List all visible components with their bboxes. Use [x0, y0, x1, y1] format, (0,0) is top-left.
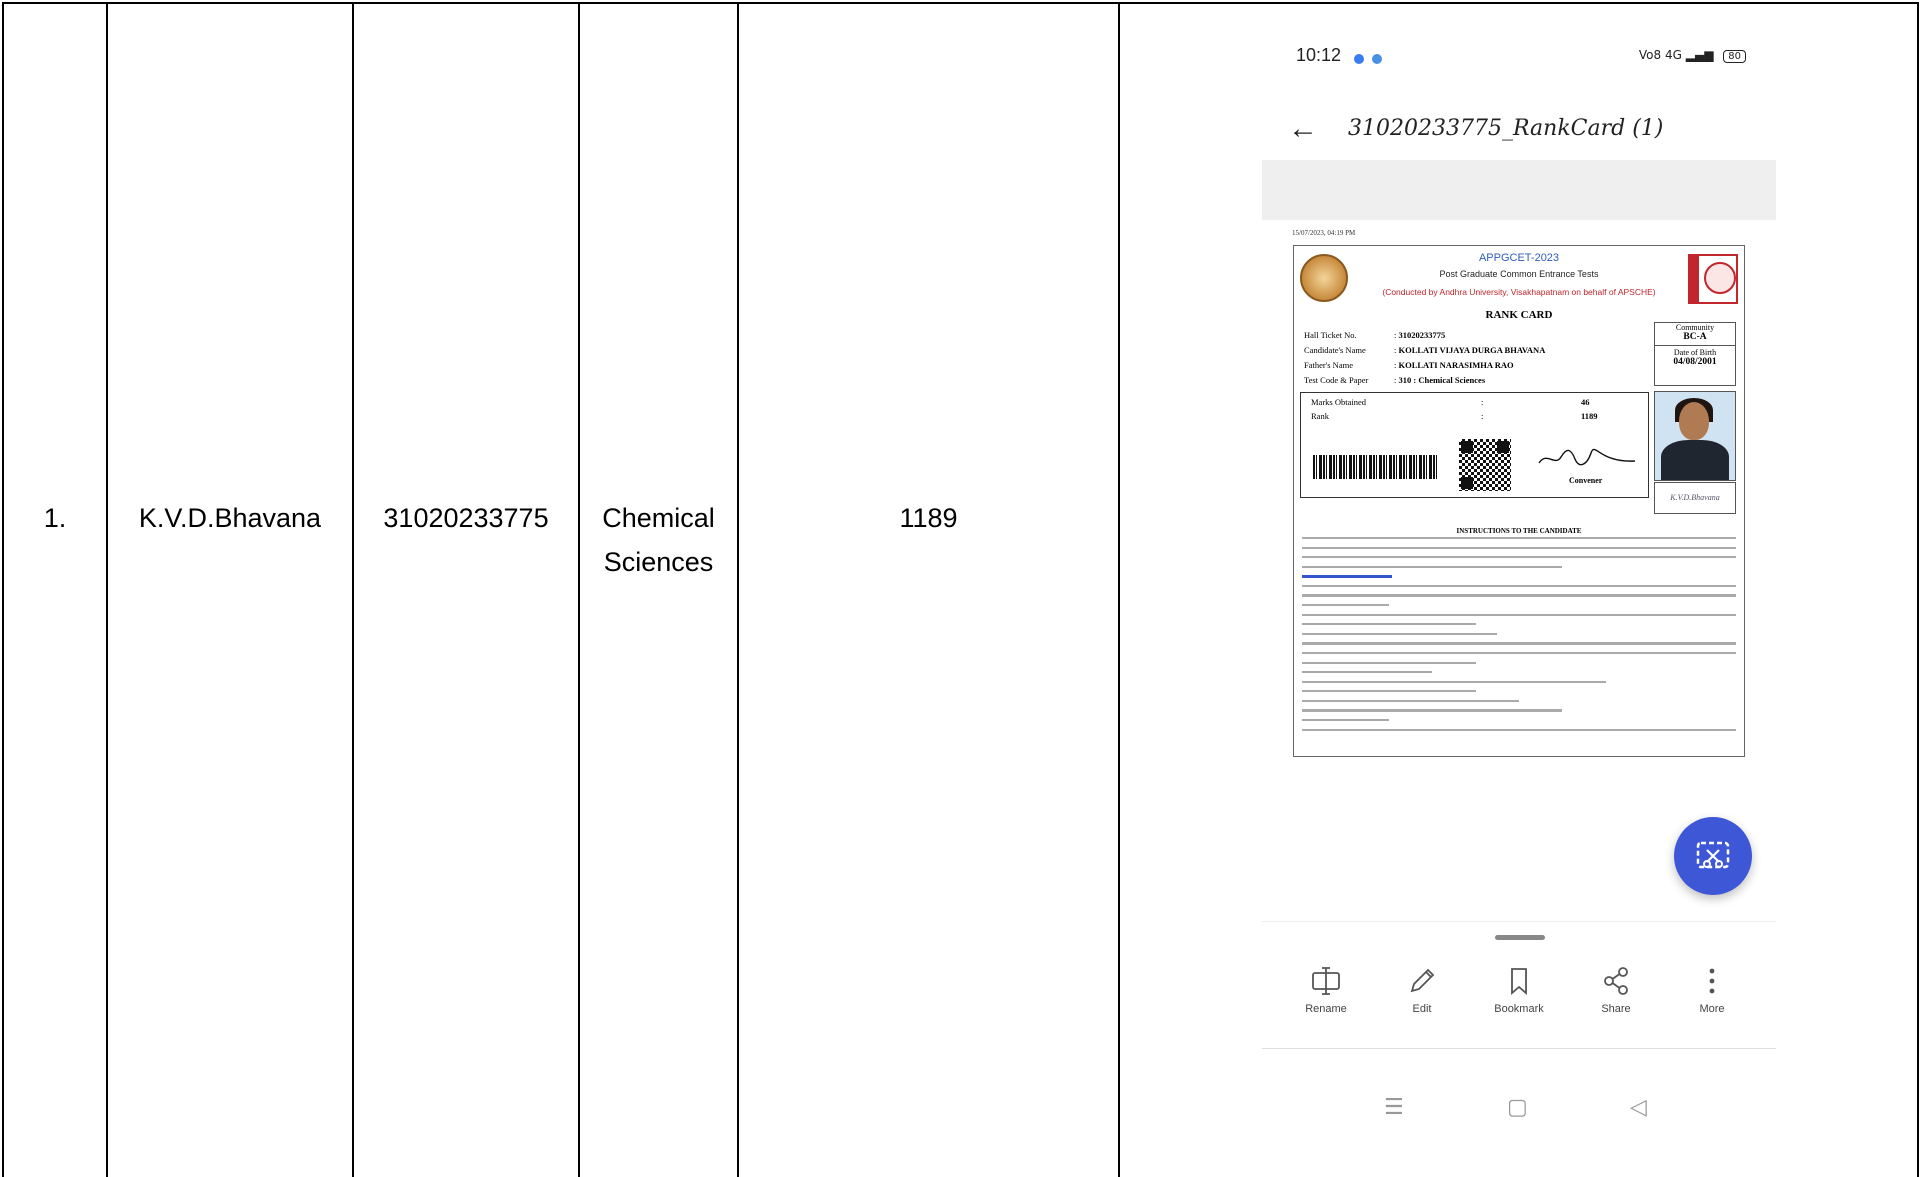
edit-button[interactable]: Edit: [1382, 965, 1462, 1015]
rename-label: Rename: [1305, 1003, 1347, 1015]
qr-code-icon: [1459, 439, 1511, 491]
signal-icon: ▂▄▆: [1685, 48, 1714, 62]
more-label: More: [1699, 1003, 1725, 1015]
candidate-signature: K.V.D.Bhavana: [1654, 482, 1736, 514]
candidate-details: Hall Ticket No.: 31020233775 Candidate's…: [1304, 328, 1545, 388]
action-bar: Rename Edit Bookmark Share More: [1262, 965, 1776, 1035]
network-label: Vo8 4G: [1638, 48, 1682, 62]
marks-label: Marks Obtained: [1311, 397, 1367, 407]
system-nav-bar: ☰ ▢ ◁: [1262, 1095, 1776, 1125]
back-nav-icon[interactable]: ◁: [1630, 1095, 1647, 1119]
community-label: Community: [1675, 323, 1715, 332]
hall-ticket-cell: 31020233775: [383, 503, 549, 533]
toolbar-strip: [1262, 160, 1776, 220]
subject-cell: Chemical Sciences: [580, 496, 737, 584]
more-vertical-icon: [1709, 968, 1715, 994]
bookmark-label: Bookmark: [1494, 1003, 1544, 1015]
phone-screenshot: 10:12 Vo8 4G ▂▄▆ 80 ← 31020233775_RankCa…: [1262, 15, 1776, 1140]
home-nav-icon[interactable]: ▢: [1507, 1095, 1528, 1119]
col-border: [578, 3, 580, 1177]
menu-nav-icon[interactable]: ☰: [1384, 1095, 1404, 1119]
serial-number-cell: 1.: [43, 503, 67, 533]
rank-value: 1189: [1581, 411, 1598, 421]
convener-label: Convener: [1569, 476, 1603, 485]
community-value: BC-A: [1683, 332, 1707, 342]
share-icon: [1604, 967, 1628, 995]
rank-card-subheader: Post Graduate Common Entrance Tests: [1439, 269, 1599, 279]
candidate-name-cell: K.V.D.Bhavana: [138, 503, 322, 533]
community-dob-box: Community BC-A Date of Birth 04/08/2001: [1654, 322, 1736, 386]
notification-icons: [1354, 51, 1390, 69]
scan-screenshot-icon: [1696, 841, 1730, 869]
rename-icon: [1312, 967, 1340, 995]
status-indicators: Vo8 4G ▂▄▆ 80: [1639, 48, 1746, 63]
back-arrow-icon[interactable]: ←: [1288, 114, 1318, 144]
status-time: 10:12: [1296, 45, 1342, 65]
rank-label: Rank: [1311, 411, 1329, 421]
notification-dot-icon: [1354, 54, 1364, 64]
bookmark-icon: [1511, 968, 1527, 995]
app-bar: ← 31020233775_RankCard (1): [1262, 100, 1776, 160]
subject-line-2: Sciences: [603, 547, 714, 577]
rename-button[interactable]: Rename: [1286, 965, 1366, 1015]
marks-box: Marks Obtained : 46 Rank : 1189 Convener: [1300, 392, 1649, 498]
bookmark-button[interactable]: Bookmark: [1479, 965, 1559, 1015]
bottom-sheet-handle[interactable]: [1495, 935, 1545, 940]
col-border: [106, 3, 108, 1177]
col-border: [1917, 3, 1919, 1177]
document-title: 31020233775_RankCard (1): [1348, 116, 1664, 141]
rank-cell: 1189: [899, 503, 958, 533]
marks-value: 46: [1581, 397, 1590, 407]
instructions-text: [1302, 537, 1736, 738]
rank-card-conducted-by: (Conducted by Andhra University, Visakha…: [1382, 287, 1656, 297]
rank-card-timestamp: 15/07/2023, 04:19 PM: [1292, 229, 1356, 237]
screenshot-scan-button[interactable]: [1674, 817, 1752, 895]
col-border: [1118, 3, 1120, 1177]
col-border: [352, 3, 354, 1177]
detail-row: Father's Name: KOLLATI NARASIMHA RAO: [1304, 360, 1514, 370]
candidate-photo: [1654, 391, 1736, 481]
table-top-border: [2, 2, 1919, 4]
notification-dot-icon: [1372, 54, 1382, 64]
share-label: Share: [1601, 1003, 1631, 1015]
convener-signature-icon: [1538, 448, 1636, 466]
dob-value: 04/08/2001: [1673, 357, 1717, 367]
detail-row: Test Code & Paper: 310 : Chemical Scienc…: [1304, 375, 1486, 385]
pencil-icon: [1410, 968, 1435, 993]
col-border: [737, 3, 739, 1177]
battery-icon: 80: [1723, 50, 1746, 63]
detail-row: Candidate's Name: KOLLATI VIJAYA DURGA B…: [1304, 345, 1546, 355]
subject-line-1: Chemical: [602, 503, 715, 533]
col-border: [2, 3, 4, 1177]
rank-card-title: RANK CARD: [1485, 309, 1553, 321]
edit-label: Edit: [1412, 1003, 1432, 1015]
rank-card-document: APPGCET-2023 Post Graduate Common Entran…: [1293, 245, 1745, 757]
instructions-title: INSTRUCTIONS TO THE CANDIDATE: [1456, 527, 1582, 535]
rank-card-header: APPGCET-2023: [1478, 252, 1560, 264]
barcode-icon: [1313, 455, 1437, 479]
detail-row: Hall Ticket No.: 31020233775: [1304, 330, 1446, 340]
more-button[interactable]: More: [1672, 965, 1752, 1015]
share-button[interactable]: Share: [1576, 965, 1656, 1015]
dob-label: Date of Birth: [1655, 345, 1735, 357]
